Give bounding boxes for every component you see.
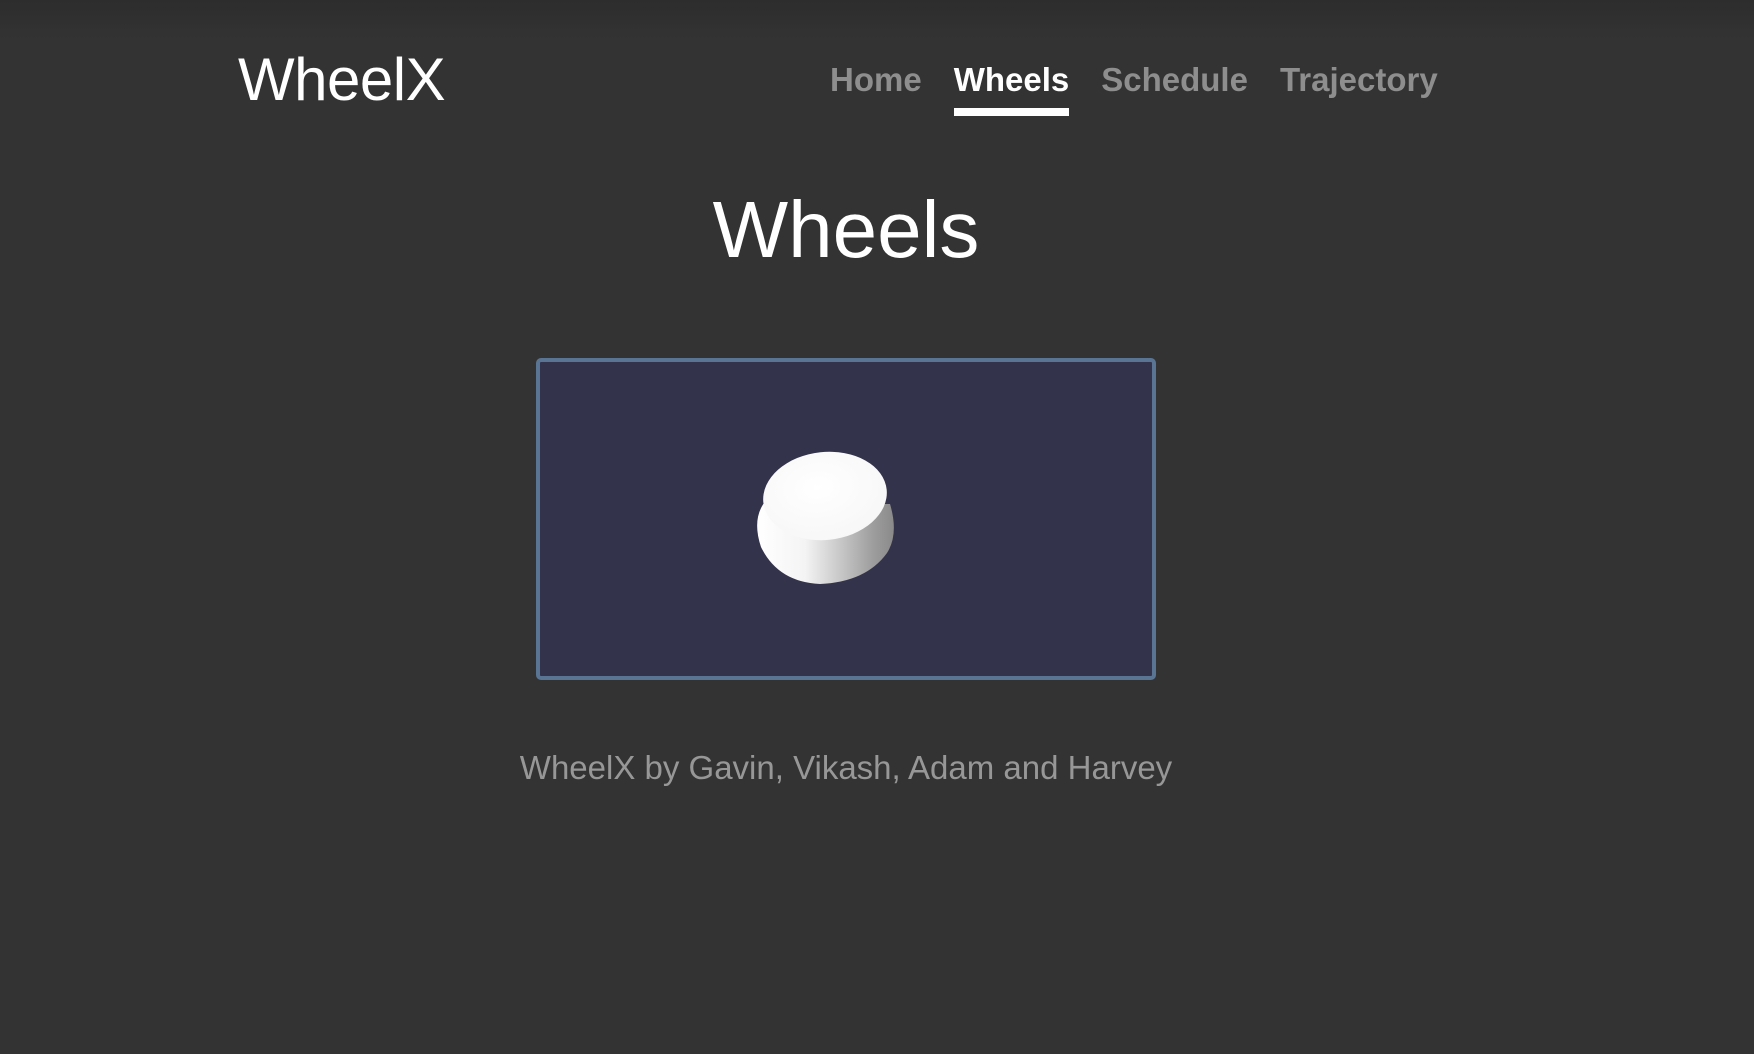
credit-text: WheelX by Gavin, Vikash, Adam and Harvey: [519, 749, 1173, 786]
main-nav: Home Wheels Schedule Trajectory: [830, 56, 1470, 116]
wheel-3d-model: [757, 451, 894, 584]
nav-schedule[interactable]: Schedule: [1101, 56, 1248, 116]
nav-wheels[interactable]: Wheels: [953, 56, 1070, 116]
wheel-shape: [757, 451, 894, 584]
nav-trajectory[interactable]: Trajectory: [1280, 56, 1438, 116]
nav-home[interactable]: Home: [830, 56, 922, 116]
brand-logo-link[interactable]: WheelX: [238, 44, 446, 116]
page: WheelX Home Wheels Schedule Trajectory W…: [0, 0, 1754, 1054]
page-title: Wheels: [712, 185, 980, 274]
wheel-3d-viewer[interactable]: [536, 358, 1156, 680]
